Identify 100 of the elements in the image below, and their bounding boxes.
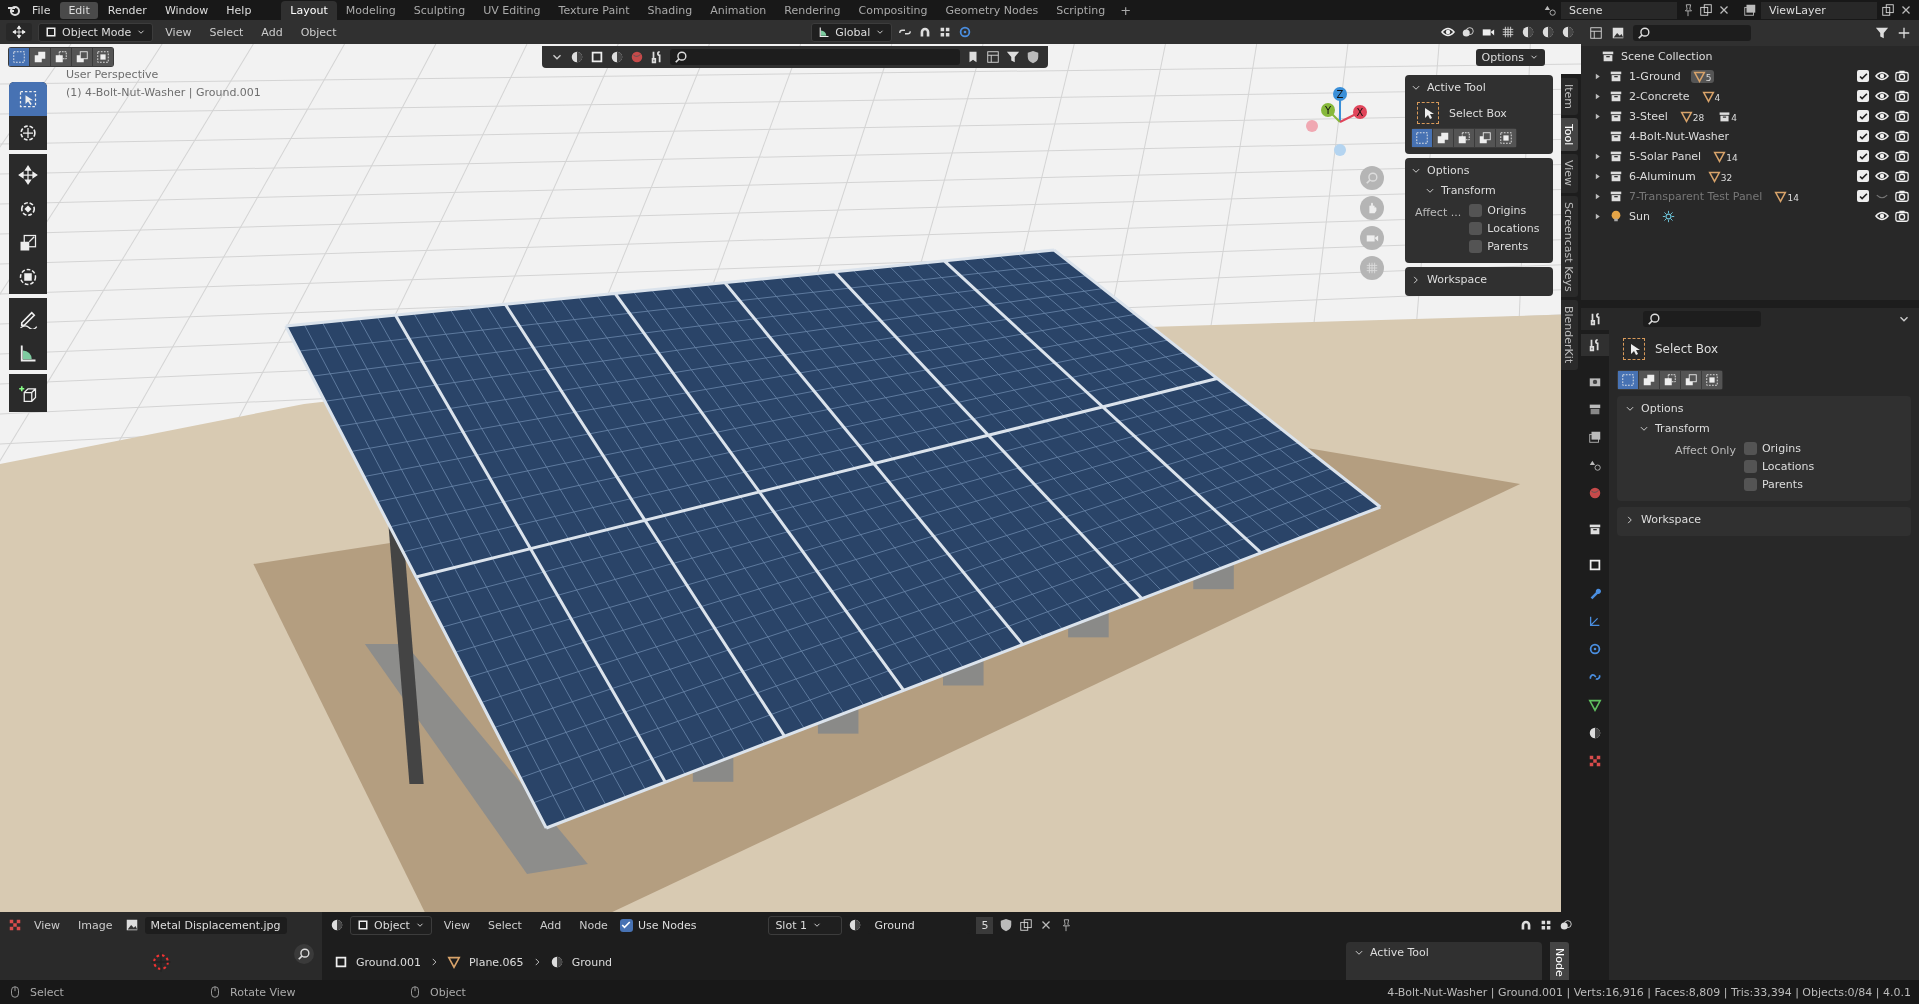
sidebar-tab[interactable]: Tool (1561, 118, 1578, 152)
camera-icon[interactable] (1895, 89, 1909, 103)
selection-mode-button[interactable] (51, 48, 71, 66)
camera-icon[interactable] (1895, 109, 1909, 123)
exclude-checkbox[interactable] (1857, 150, 1869, 162)
outliner-item[interactable]: 5-Solar Panel (1629, 149, 1702, 163)
circles-icon[interactable] (1559, 918, 1573, 932)
workspace-tab[interactable]: Scripting (1047, 0, 1115, 20)
negative-axis-handle[interactable] (1334, 144, 1346, 156)
solar-panel-array[interactable] (284, 248, 1382, 830)
exclude-checkbox[interactable] (1857, 130, 1869, 142)
mesh-count-badge[interactable]: 14 (1711, 149, 1740, 163)
header-menu[interactable]: Add (255, 25, 289, 39)
exclude-checkbox[interactable] (1857, 170, 1869, 182)
search-field[interactable] (669, 49, 960, 65)
camera-icon[interactable] (1895, 169, 1909, 183)
square-icon[interactable] (589, 50, 604, 64)
workspace-tab[interactable]: Shading (638, 0, 702, 20)
expand-triangle-icon[interactable] (1593, 191, 1602, 201)
grid-icon[interactable] (1501, 25, 1515, 39)
collection-count-badge[interactable]: 4 (1716, 109, 1740, 123)
chevron-icon[interactable] (1411, 274, 1421, 285)
shield-icon[interactable] (1025, 50, 1040, 64)
sidebar-tab[interactable]: Item (1561, 78, 1578, 116)
selection-mode-button[interactable] (1639, 371, 1659, 389)
funnel-icon[interactable] (1875, 26, 1889, 40)
sidebar-tab[interactable]: Node (1550, 942, 1569, 983)
orientation-dropdown[interactable]: Global (811, 22, 893, 42)
subpanel-header[interactable]: Transform (1411, 181, 1547, 200)
selection-mode-button[interactable] (1702, 371, 1722, 389)
axis-handle[interactable]: Z (1333, 87, 1347, 123)
eye-icon[interactable] (1875, 89, 1889, 103)
outliner-item[interactable]: 4-Bolt-Nut-Washer (1629, 129, 1730, 143)
selection-mode-button[interactable] (1475, 129, 1495, 147)
expand-triangle-icon[interactable] (1593, 211, 1602, 221)
copy-icon[interactable] (1881, 3, 1895, 17)
camera-icon[interactable] (1895, 149, 1909, 163)
workspace-tab[interactable]: Animation (701, 0, 776, 20)
sidebar-tab[interactable]: View (1561, 154, 1578, 193)
selection-mode-button[interactable] (1660, 371, 1680, 389)
expand-triangle-icon[interactable] (1593, 71, 1602, 81)
eye-icon[interactable] (1875, 129, 1889, 143)
scene-icon[interactable] (1543, 3, 1557, 17)
select-box-tool-button[interactable] (9, 82, 47, 116)
selection-mode-button[interactable] (1433, 129, 1453, 147)
exclude-checkbox[interactable] (1857, 70, 1869, 82)
outliner-item[interactable]: Scene Collection (1621, 49, 1713, 63)
mode-dropdown[interactable]: Object Mode (38, 22, 154, 42)
camera-icon[interactable] (1895, 129, 1909, 143)
expand-triangle-icon[interactable] (1593, 171, 1602, 181)
expand-triangle-icon[interactable] (1593, 151, 1602, 161)
breadcrumb[interactable]: Ground (571, 955, 613, 969)
eye-icon[interactable] (1875, 209, 1889, 223)
header-menu[interactable]: Image (72, 918, 119, 932)
workspace-tab[interactable]: Compositing (849, 0, 937, 20)
eye-icon[interactable] (1875, 69, 1889, 83)
workspace-tab[interactable]: Layout (281, 0, 337, 20)
view-layer-field[interactable]: ViewLayer (1761, 1, 1877, 19)
tool-icon[interactable] (1589, 312, 1603, 326)
view-layer-icon[interactable] (1743, 3, 1757, 17)
checkbox[interactable] (1743, 442, 1757, 455)
workspace-tab[interactable]: Rendering (775, 0, 850, 20)
header-menu[interactable]: Node (573, 918, 614, 932)
checkbox[interactable] (1469, 204, 1483, 217)
selection-mode-button[interactable] (1496, 129, 1516, 147)
axis-handle[interactable]: X (1339, 105, 1367, 123)
selection-mode-button[interactable] (9, 48, 29, 66)
panel-header[interactable]: Options (1625, 398, 1903, 419)
image-name-field[interactable]: Metal Displacement.jpg (144, 916, 287, 934)
eye-icon[interactable] (1875, 169, 1889, 183)
chevron-icon[interactable] (1625, 514, 1635, 525)
sidebar-tab[interactable]: BlenderKit (1561, 300, 1578, 370)
copy-icon[interactable] (1019, 918, 1034, 932)
image-icon[interactable] (124, 918, 139, 932)
header-menu[interactable]: View (437, 918, 476, 932)
exclude-checkbox[interactable] (1857, 190, 1869, 202)
menu-item[interactable]: Help (218, 1, 260, 19)
eye-icon[interactable] (1875, 149, 1889, 163)
outliner-item[interactable]: 1-Ground (1629, 69, 1681, 83)
search-field[interactable] (1643, 311, 1761, 327)
camera-icon[interactable] (1895, 69, 1909, 83)
checkbox[interactable] (1469, 222, 1483, 235)
search-field[interactable] (1633, 25, 1751, 41)
breadcrumb[interactable]: Ground.001 (356, 955, 421, 969)
options-dropdown[interactable]: Options (1475, 48, 1545, 66)
selection-mode-button[interactable] (93, 48, 113, 66)
target-icon[interactable] (958, 25, 973, 39)
outliner-item[interactable]: Sun (1629, 209, 1650, 223)
eye-icon[interactable] (1441, 25, 1455, 39)
tool-icon[interactable] (649, 50, 664, 64)
workspace-tab[interactable]: Texture Paint (549, 0, 639, 20)
mesh-count-badge[interactable]: 32 (1705, 169, 1735, 183)
camera-icon[interactable] (1895, 209, 1909, 223)
outliner-item[interactable]: 3-Steel (1629, 109, 1668, 123)
panel-header[interactable]: Options (1411, 160, 1547, 181)
exclude-checkbox[interactable] (1857, 90, 1869, 102)
header-menu[interactable]: Add (533, 918, 568, 932)
workspace-tab[interactable]: Sculpting (404, 0, 475, 20)
tool-properties-tab[interactable] (1581, 334, 1609, 356)
funnel-icon[interactable] (1005, 50, 1020, 64)
